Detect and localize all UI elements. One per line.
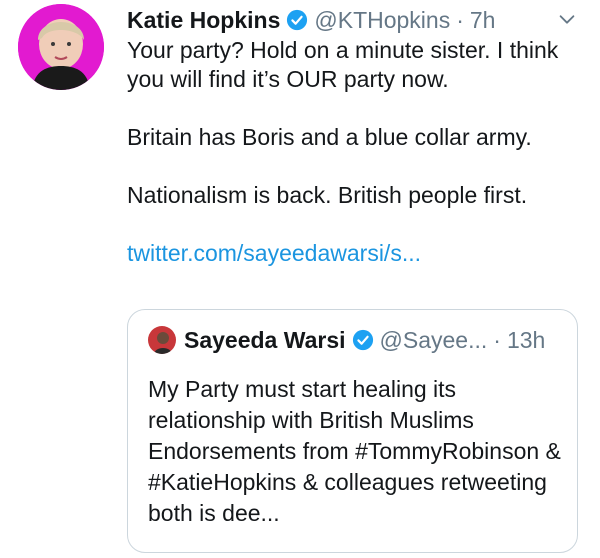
quoted-tweet-header: Sayeeda Warsi @Sayee... · 13h [148,326,563,354]
tweet-line: Your party? Hold on a minute sister. I t… [127,37,559,92]
quoted-tweet-card[interactable]: Sayeeda Warsi @Sayee... · 13h My Party m… [127,309,578,553]
chevron-down-icon[interactable] [556,8,578,30]
quoted-tweet-text: My Party must start healing its relation… [148,376,561,526]
quoted-author-name: Sayeeda Warsi [184,326,346,353]
verified-badge-icon [352,329,374,351]
verified-badge-icon [286,9,308,31]
quoted-tweet-timestamp: 13h [506,326,546,353]
quoted-tweet-link[interactable]: twitter.com/sayeedawarsi/s... [127,240,421,266]
quoted-author-avatar [148,326,176,354]
author-name[interactable]: Katie Hopkins [127,7,280,34]
tweet-timestamp[interactable]: 7h [470,7,496,34]
tweet-header: Katie Hopkins @KTHopkins · 7h [127,4,580,36]
separator-dot: · [493,326,501,353]
tweet-line: Nationalism is back. British people firs… [127,182,528,208]
tweet-line: Britain has Boris and a blue collar army… [127,124,532,150]
tweet-text: Your party? Hold on a minute sister. I t… [127,36,577,268]
author-avatar[interactable] [18,4,104,90]
separator-dot: · [456,6,464,33]
author-handle[interactable]: @KTHopkins [314,7,450,34]
quoted-author-handle: @Sayee... [379,326,488,353]
